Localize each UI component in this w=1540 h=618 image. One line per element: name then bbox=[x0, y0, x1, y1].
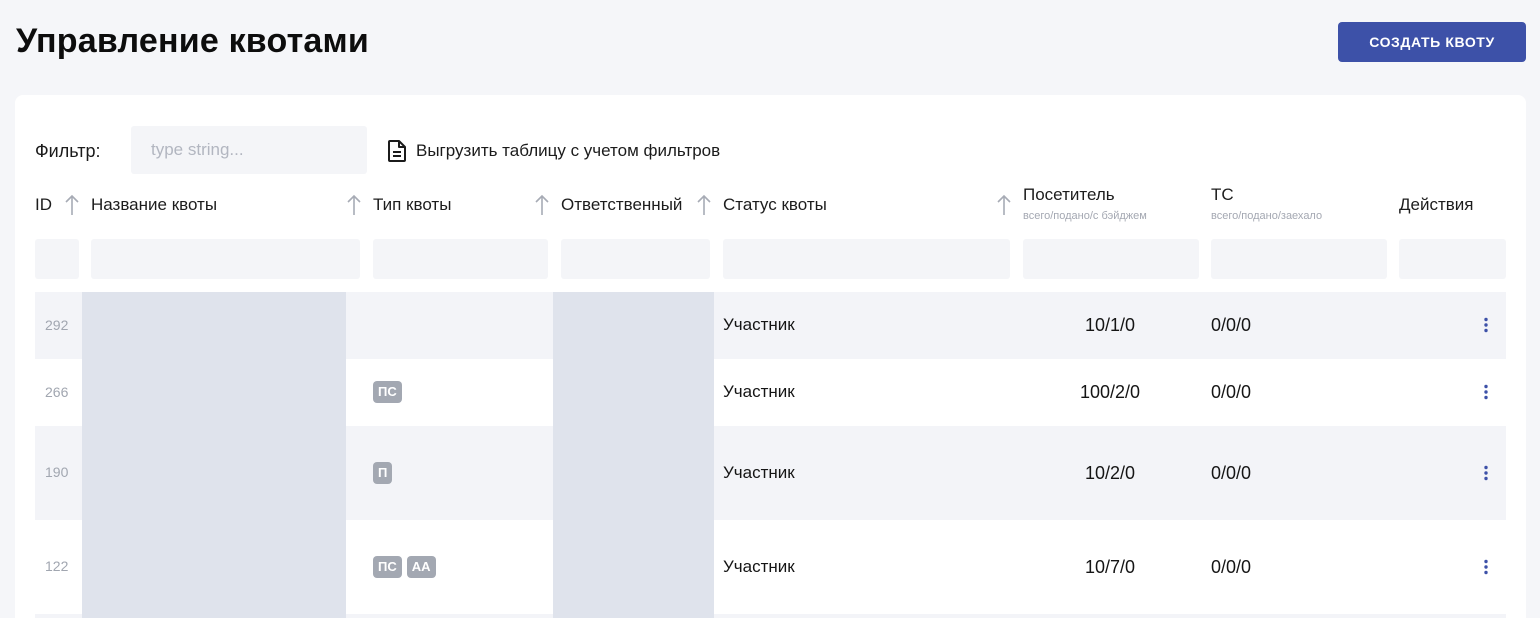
filter-input[interactable] bbox=[131, 126, 367, 174]
kebab-menu-icon[interactable] bbox=[1482, 384, 1490, 400]
column-header-status: Статус квоты bbox=[723, 195, 827, 214]
tc-filter-input[interactable] bbox=[1211, 239, 1387, 279]
row-type-tags: П bbox=[373, 462, 393, 484]
row-visitor-count: 10/1/0 bbox=[1084, 315, 1136, 335]
sort-responsible-arrow-up-icon[interactable] bbox=[697, 194, 711, 216]
kebab-menu-icon[interactable] bbox=[1482, 559, 1490, 575]
row-visitor-count: 10/7/0 bbox=[1084, 557, 1136, 577]
filter-label: Фильтр: bbox=[35, 141, 101, 161]
row-tc-count: 0/0/0 bbox=[1211, 557, 1252, 577]
id-filter-input[interactable] bbox=[35, 239, 79, 279]
row-status: Участник bbox=[723, 557, 795, 576]
sort-type-arrow-up-icon[interactable] bbox=[535, 194, 549, 216]
kebab-menu-icon[interactable] bbox=[1482, 317, 1490, 333]
redacted-responsible-column bbox=[553, 292, 714, 618]
row-type-tags: ПС АА bbox=[373, 556, 436, 578]
visitor-filter-input[interactable] bbox=[1023, 239, 1199, 279]
row-id: 122 bbox=[45, 558, 69, 574]
column-header-name: Название квоты bbox=[91, 195, 218, 214]
row-status: Участник bbox=[723, 315, 795, 334]
row-tc-count: 0/0/0 bbox=[1211, 315, 1252, 335]
row-tc-count: 0/0/0 bbox=[1211, 382, 1252, 402]
row-id: 266 bbox=[45, 384, 69, 400]
responsible-filter-input[interactable] bbox=[561, 239, 710, 279]
type-filter-input[interactable] bbox=[373, 239, 548, 279]
sort-id-arrow-up-icon[interactable] bbox=[65, 194, 79, 216]
column-header-tc: ТС bbox=[1211, 185, 1234, 204]
sort-name-arrow-up-icon[interactable] bbox=[347, 194, 361, 216]
kebab-menu-icon[interactable] bbox=[1482, 465, 1490, 481]
quota-type-tag: ПС bbox=[373, 556, 402, 578]
quota-type-tag: П bbox=[373, 462, 393, 484]
export-table-label: Выгрузить таблицу с учетом фильтров bbox=[416, 141, 721, 160]
row-status: Участник bbox=[723, 463, 795, 482]
export-table-link[interactable]: Выгрузить таблицу с учетом фильтров bbox=[388, 139, 720, 163]
row-id: 190 bbox=[45, 464, 69, 480]
sort-status-arrow-up-icon[interactable] bbox=[997, 194, 1011, 216]
row-visitor-count: 10/2/0 bbox=[1084, 463, 1136, 483]
column-subheader-tc: всего/подано/заехало bbox=[1211, 210, 1323, 222]
quota-type-tag: ПС bbox=[373, 381, 402, 403]
column-header-id: ID bbox=[35, 195, 52, 214]
name-filter-input[interactable] bbox=[91, 239, 360, 279]
status-filter-input[interactable] bbox=[723, 239, 1010, 279]
row-visitor-count: 100/2/0 bbox=[1079, 382, 1141, 402]
redacted-name-column bbox=[82, 292, 346, 618]
document-icon bbox=[388, 140, 406, 162]
column-subheader-visitor: всего/подано/с бэйджем bbox=[1023, 210, 1147, 222]
create-quota-button[interactable]: СОЗДАТЬ КВОТУ bbox=[1338, 22, 1526, 62]
row-tc-count: 0/0/0 bbox=[1211, 463, 1252, 483]
row-id: 292 bbox=[45, 317, 69, 333]
quota-type-tag: АА bbox=[406, 556, 436, 578]
actions-filter-input[interactable] bbox=[1399, 239, 1506, 279]
column-header-visitor: Посетитель bbox=[1023, 185, 1115, 204]
row-status: Участник bbox=[723, 382, 795, 401]
column-header-responsible: Ответственный bbox=[561, 195, 683, 214]
page-title: Управление квотами bbox=[16, 22, 369, 60]
row-type-tags: ПС bbox=[373, 381, 402, 403]
column-header-actions: Действия bbox=[1399, 195, 1474, 214]
column-header-type: Тип квоты bbox=[373, 195, 452, 214]
